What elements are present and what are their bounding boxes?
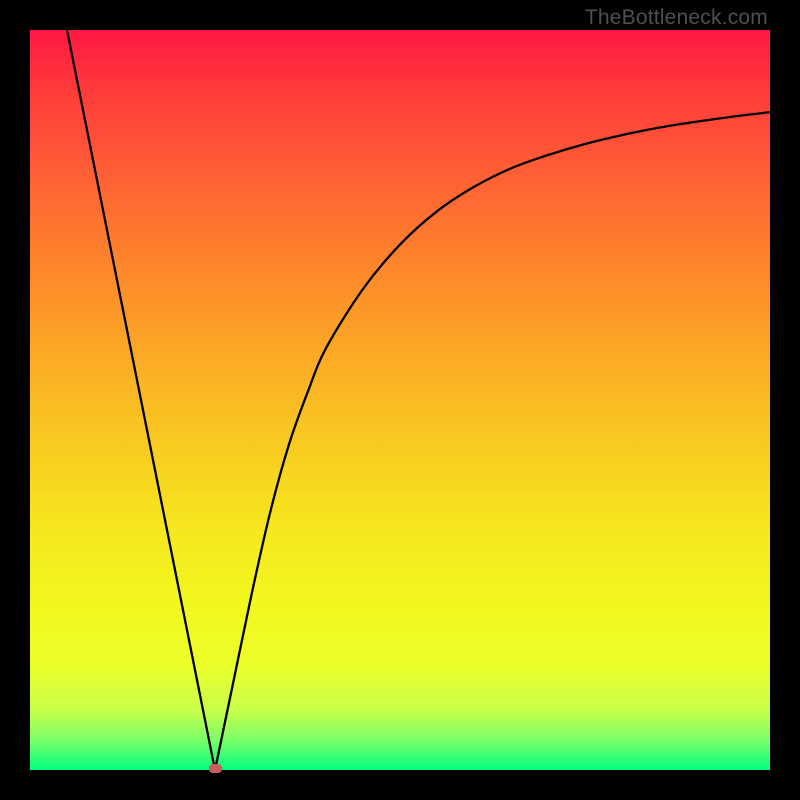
chart-frame: TheBottleneck.com: [0, 0, 800, 800]
curve-line: [67, 30, 770, 770]
curve-svg: [30, 30, 770, 770]
minimum-marker: [209, 764, 222, 773]
attribution-label: TheBottleneck.com: [585, 6, 768, 30]
plot-area: [30, 30, 770, 770]
